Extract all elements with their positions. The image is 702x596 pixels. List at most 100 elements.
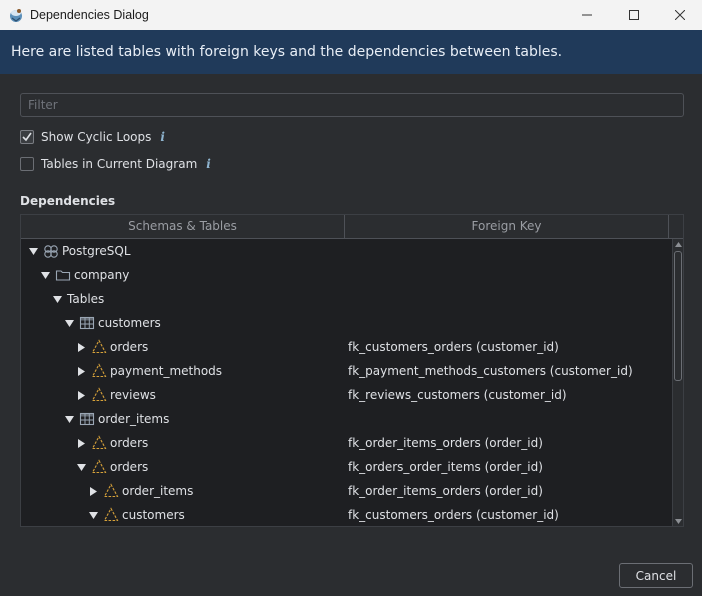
tree-node: orders	[75, 431, 148, 455]
expand-arrow-down-icon[interactable]	[75, 461, 87, 473]
window-title: Dependencies Dialog	[30, 8, 149, 22]
column-header-foreign-key[interactable]: Foreign Key	[345, 215, 669, 238]
tree-node-label: orders	[110, 340, 149, 354]
tree-node-label: payment_methods	[110, 364, 223, 378]
filter-input[interactable]	[20, 93, 684, 117]
column-header-spacer	[669, 215, 683, 238]
tables-in-current-diagram-checkbox[interactable]	[20, 157, 34, 171]
tree-node-label: orders	[110, 436, 149, 450]
tree-row[interactable]: customers fk_customers_orders (customer_i…	[21, 503, 671, 526]
tree-row[interactable]: Tables	[21, 287, 671, 311]
foreign-key-icon	[91, 339, 107, 355]
tree-node: customers	[63, 311, 161, 335]
tree-node: customers	[87, 503, 185, 526]
tree-row[interactable]: company	[21, 263, 671, 287]
triangle-up-icon	[675, 241, 682, 247]
info-icon[interactable]: i	[206, 157, 211, 171]
table-icon	[79, 411, 95, 427]
tree-node: company	[39, 263, 129, 287]
tree-node-label: PostgreSQL	[62, 244, 131, 258]
foreign-key-icon	[91, 363, 107, 379]
show-cyclic-loops-option[interactable]: Show Cyclic Loops i	[20, 128, 165, 146]
tree-row[interactable]: orders fk_orders_order_items (order_id)	[21, 455, 671, 479]
expand-arrow-right-icon[interactable]	[87, 485, 99, 497]
maximize-button[interactable]	[611, 0, 657, 30]
foreign-key-icon	[91, 459, 107, 475]
expand-arrow-down-icon[interactable]	[87, 509, 99, 521]
foreign-key-cell: fk_reviews_customers (customer_id)	[348, 388, 567, 402]
show-cyclic-loops-label: Show Cyclic Loops	[41, 130, 152, 144]
tree-rows: PostgreSQL company Tables customers orders fk…	[21, 239, 671, 526]
table-header: Schemas & Tables Foreign Key	[21, 215, 683, 239]
info-icon[interactable]: i	[160, 130, 165, 144]
dependencies-tree-table[interactable]: Schemas & Tables Foreign Key PostgreSQL c…	[20, 214, 684, 527]
tree-node-label: Tables	[67, 292, 105, 306]
triangle-down-icon	[675, 518, 682, 524]
scroll-up-button[interactable]	[673, 239, 683, 249]
foreign-key-cell: fk_orders_order_items (order_id)	[348, 460, 543, 474]
tree-row[interactable]: payment_methods fk_payment_methods_custom…	[21, 359, 671, 383]
table-icon	[79, 315, 95, 331]
close-button[interactable]	[657, 0, 702, 30]
banner-text: Here are listed tables with foreign keys…	[11, 44, 563, 60]
tree-node: reviews	[75, 383, 156, 407]
tree-node: order_items	[87, 479, 193, 503]
tables-in-current-diagram-label: Tables in Current Diagram	[41, 157, 198, 171]
foreign-key-cell: fk_order_items_orders (order_id)	[348, 436, 543, 450]
tree-node: order_items	[63, 407, 169, 431]
expand-arrow-right-icon[interactable]	[75, 341, 87, 353]
title-bar: Dependencies Dialog	[0, 0, 702, 30]
tree-node-label: order_items	[98, 412, 170, 426]
foreign-key-cell: fk_payment_methods_customers (customer_i…	[348, 364, 633, 378]
expand-arrow-down-icon[interactable]	[63, 413, 75, 425]
expand-arrow-right-icon[interactable]	[75, 389, 87, 401]
foreign-key-cell: fk_customers_orders (customer_id)	[348, 340, 559, 354]
tree-node: PostgreSQL	[27, 239, 131, 263]
tree-node-label: company	[74, 268, 130, 282]
tree-node-label: customers	[122, 508, 185, 522]
maximize-icon	[629, 10, 639, 20]
tree-row[interactable]: order_items fk_order_items_orders (order_…	[21, 479, 671, 503]
tree-node-label: customers	[98, 316, 161, 330]
dependencies-label: Dependencies	[20, 194, 116, 208]
checkmark-icon	[22, 132, 32, 142]
tree-node: Tables	[51, 287, 104, 311]
expand-arrow-down-icon[interactable]	[39, 269, 51, 281]
foreign-key-icon	[103, 507, 119, 523]
foreign-key-icon	[91, 435, 107, 451]
foreign-key-cell: fk_order_items_orders (order_id)	[348, 484, 543, 498]
cancel-button[interactable]: Cancel	[619, 563, 693, 588]
tree-node: payment_methods	[75, 359, 222, 383]
tree-row[interactable]: orders fk_order_items_orders (order_id)	[21, 431, 671, 455]
expand-arrow-down-icon[interactable]	[63, 317, 75, 329]
expand-arrow-right-icon[interactable]	[75, 437, 87, 449]
info-banner: Here are listed tables with foreign keys…	[0, 30, 702, 74]
minimize-button[interactable]	[564, 0, 610, 30]
foreign-key-icon	[103, 483, 119, 499]
scroll-down-button[interactable]	[673, 516, 683, 526]
tree-row[interactable]: customers	[21, 311, 671, 335]
tables-in-current-diagram-option[interactable]: Tables in Current Diagram i	[20, 155, 211, 173]
expand-arrow-down-icon[interactable]	[51, 293, 63, 305]
scrollbar-thumb[interactable]	[674, 251, 682, 381]
tree-row[interactable]: order_items	[21, 407, 671, 431]
expand-arrow-right-icon[interactable]	[75, 365, 87, 377]
expand-arrow-down-icon[interactable]	[27, 245, 39, 257]
tree-node-label: orders	[110, 460, 149, 474]
vertical-scrollbar[interactable]	[672, 239, 683, 526]
tree-node-label: reviews	[110, 388, 156, 402]
schema-folder-icon	[55, 267, 71, 283]
foreign-key-icon	[91, 387, 107, 403]
tree-row[interactable]: reviews fk_reviews_customers (customer_id…	[21, 383, 671, 407]
tree-node: orders	[75, 455, 148, 479]
show-cyclic-loops-checkbox[interactable]	[20, 130, 34, 144]
tree-row[interactable]: PostgreSQL	[21, 239, 671, 263]
close-icon	[675, 10, 685, 20]
database-icon	[43, 243, 59, 259]
minimize-icon	[582, 14, 592, 16]
column-header-schemas-tables[interactable]: Schemas & Tables	[21, 215, 345, 238]
tree-row[interactable]: orders fk_customers_orders (customer_id)	[21, 335, 671, 359]
tree-node: orders	[75, 335, 148, 359]
app-icon	[8, 7, 24, 23]
foreign-key-cell: fk_customers_orders (customer_id)	[348, 508, 559, 522]
